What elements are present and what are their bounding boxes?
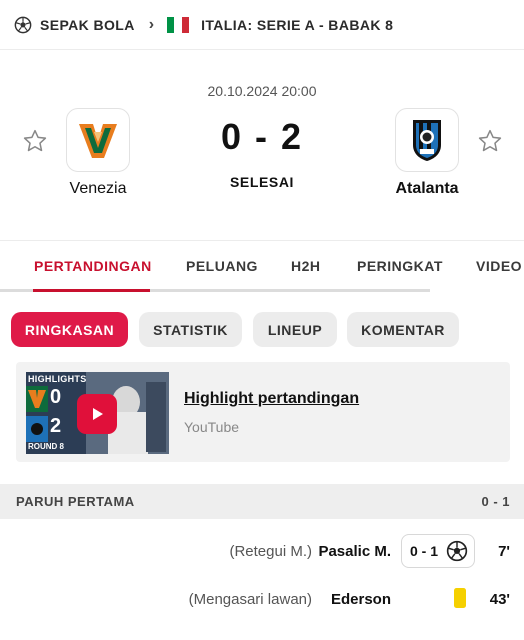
thumbnail-label: HIGHLIGHTS: [28, 374, 87, 384]
subtab-statistik[interactable]: STATISTIK: [139, 312, 242, 347]
highlight-title-link[interactable]: Highlight pertandingan: [184, 390, 359, 408]
play-button[interactable]: [77, 394, 117, 434]
subtab-ringkasan[interactable]: RINGKASAN: [11, 312, 128, 347]
yellow-card-icon: [454, 588, 466, 608]
away-team-name[interactable]: Atalanta: [367, 180, 487, 198]
tab-h2h[interactable]: H2H: [291, 258, 321, 274]
play-icon: [93, 408, 103, 420]
event-player[interactable]: Ederson: [331, 591, 391, 608]
subtab-lineup[interactable]: LINEUP: [253, 312, 337, 347]
tab-video[interactable]: VIDEO: [476, 258, 522, 274]
flag-stripe-red: [181, 16, 190, 33]
event-assist: (Retegui M.): [229, 543, 312, 560]
thumbnail-away-score: 2: [50, 415, 62, 437]
half-header: PARUH PERTAMA 0 - 1: [0, 484, 524, 519]
italy-flag-icon: [167, 16, 190, 33]
chevron-right-icon: ›: [148, 15, 155, 33]
event-minute: 43': [489, 591, 510, 608]
thumbnail-round: ROUND 8: [28, 442, 65, 451]
event-minute: 7': [498, 543, 510, 560]
subtab-komentar[interactable]: KOMENTAR: [347, 312, 459, 347]
event-row-card[interactable]: (Mengasari lawan) Ederson 43': [0, 581, 524, 617]
event-icon-box: [445, 581, 475, 615]
flag-stripe-white: [174, 16, 182, 33]
highlight-thumbnail[interactable]: HIGHLIGHTS 0 2 ROUND 8: [26, 372, 169, 454]
event-player[interactable]: Pasalic M.: [318, 543, 391, 560]
highlight-card[interactable]: HIGHLIGHTS 0 2 ROUND 8 Highlight pertand…: [16, 362, 510, 462]
tab-pertandingan[interactable]: PERTANDINGAN: [34, 258, 152, 274]
breadcrumb-sport-link[interactable]: SEPAK BOLA: [40, 17, 135, 33]
match-datetime: 20.10.2024 20:00: [207, 83, 317, 99]
active-tab-indicator: [33, 289, 150, 292]
event-score: 0 - 1: [410, 543, 439, 559]
soccer-ball-icon: [446, 540, 468, 562]
event-score-box: 0 - 1: [401, 534, 475, 568]
half-score: 0 - 1: [481, 494, 510, 509]
breadcrumb-competition-link[interactable]: ITALIA: SERIE A - BABAK 8: [201, 17, 393, 33]
event-reason: (Mengasari lawan): [188, 591, 312, 608]
away-team-logo[interactable]: [395, 108, 459, 172]
event-row-goal[interactable]: (Retegui M.) Pasalic M. 0 - 1 7': [0, 534, 524, 570]
soccer-ball-icon: [14, 16, 32, 33]
tab-peluang[interactable]: PELUANG: [186, 258, 258, 274]
thumbnail-home-score: 0: [50, 386, 62, 408]
highlight-source: YouTube: [184, 419, 240, 435]
flag-stripe-green: [167, 16, 175, 33]
tab-peringkat[interactable]: PERINGKAT: [357, 258, 443, 274]
atalanta-crest-icon: [413, 120, 441, 161]
breadcrumb: SEPAK BOLA › ITALIA: SERIE A - BABAK 8: [0, 0, 524, 50]
half-title: PARUH PERTAMA: [16, 494, 135, 509]
star-icon[interactable]: [477, 128, 503, 154]
main-tabs: PERTANDINGAN PELUANG H2H PERINGKAT VIDEO: [0, 240, 524, 292]
